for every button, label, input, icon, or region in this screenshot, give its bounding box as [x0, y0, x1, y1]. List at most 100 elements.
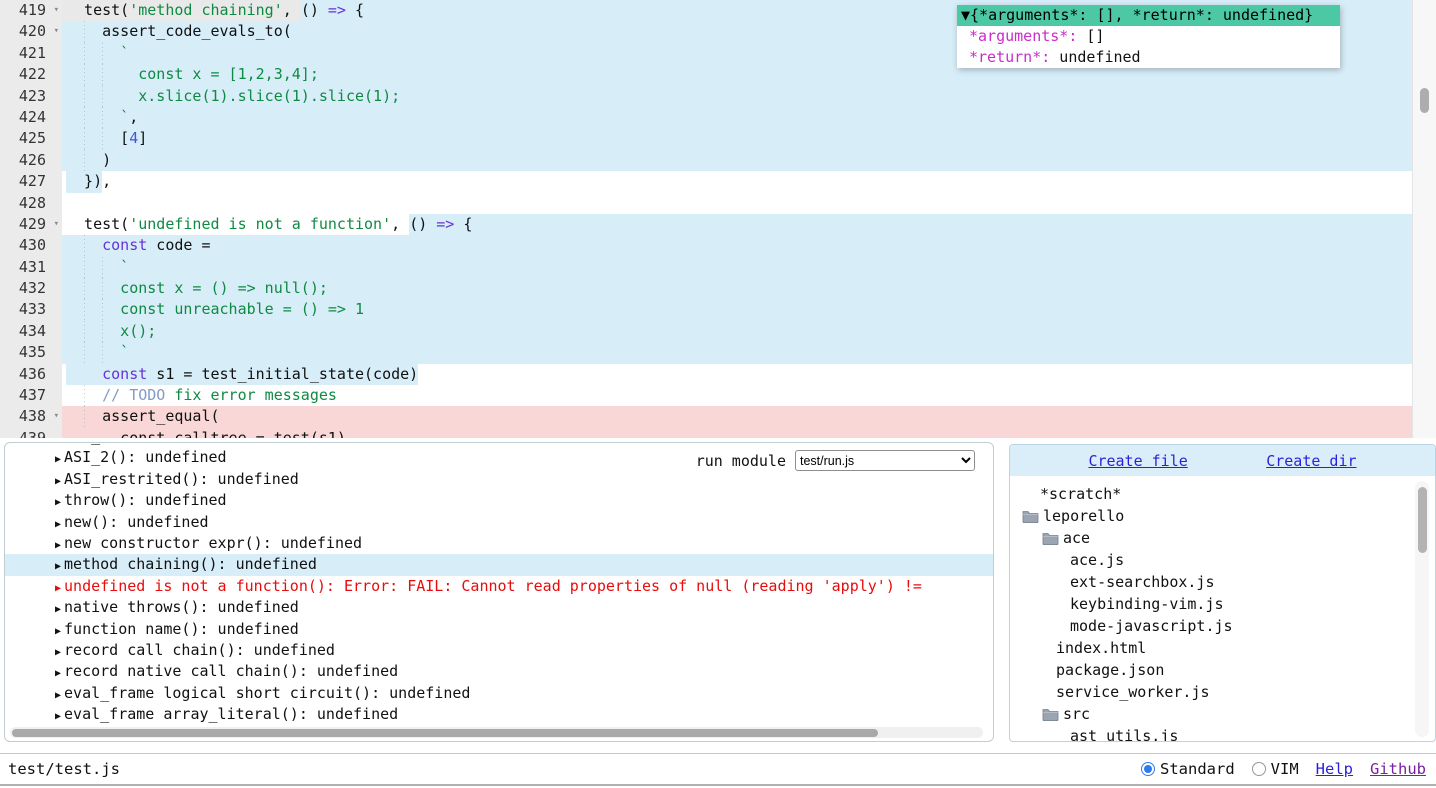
- gutter-line-number[interactable]: 422: [0, 64, 62, 85]
- code-line-content[interactable]: const x = () => null();: [62, 278, 1436, 299]
- radio-unselected-icon[interactable]: [1252, 762, 1266, 776]
- gutter-line-number[interactable]: 436: [0, 364, 62, 385]
- calltree-row[interactable]: ▶eval_frame logical short circuit(): und…: [5, 683, 993, 704]
- gutter-line-number[interactable]: 430: [0, 235, 62, 256]
- code-line-content[interactable]: const unreachable = () => 1: [62, 299, 1436, 320]
- expand-arrow-icon[interactable]: ▶: [55, 561, 61, 572]
- editor-line[interactable]: 431 `: [0, 257, 1436, 278]
- expand-arrow-icon[interactable]: ▶: [55, 668, 61, 679]
- filetree-item[interactable]: package.json: [1010, 659, 1435, 681]
- code-line-content[interactable]: x();: [62, 321, 1436, 342]
- fold-arrow-icon[interactable]: ▾: [54, 214, 59, 235]
- editor-line[interactable]: 439 const calltree = test(s1): [0, 428, 1436, 438]
- calltree-horizontal-scrollbar[interactable]: [10, 727, 983, 738]
- code-line-content[interactable]: x.slice(1).slice(1).slice(1);: [62, 86, 1436, 107]
- expand-arrow-icon[interactable]: ▶: [55, 626, 61, 637]
- keybinding-standard-option[interactable]: Standard: [1141, 760, 1235, 778]
- code-line-content[interactable]: `: [62, 257, 1436, 278]
- filetree-item[interactable]: ace.js: [1010, 549, 1435, 571]
- filetree-scrollbar-thumb[interactable]: [1418, 487, 1427, 553]
- github-link[interactable]: Github: [1370, 760, 1426, 778]
- code-line-content[interactable]: `,: [62, 107, 1436, 128]
- gutter-line-number[interactable]: 439: [0, 428, 62, 438]
- gutter-line-number[interactable]: 432: [0, 278, 62, 299]
- expand-arrow-icon[interactable]: ▶: [55, 540, 61, 551]
- calltree-row[interactable]: ▶method chaining(): undefined: [5, 554, 993, 575]
- calltree-row[interactable]: ▶new(): undefined: [5, 512, 993, 533]
- expand-arrow-icon[interactable]: ▶: [55, 690, 61, 701]
- code-line-content[interactable]: const calltree = test(s1): [62, 428, 1436, 438]
- code-line-content[interactable]: test('undefined is not a function', () =…: [62, 214, 1436, 235]
- editor-scrollbar-thumb[interactable]: [1420, 88, 1429, 113]
- gutter-line-number[interactable]: 434: [0, 321, 62, 342]
- editor-line[interactable]: 424 `,: [0, 107, 1436, 128]
- code-line-content[interactable]: const s1 = test_initial_state(code): [62, 364, 1436, 385]
- keybinding-vim-option[interactable]: VIM: [1252, 760, 1299, 778]
- calltree-row[interactable]: ▶record native call chain(): undefined: [5, 661, 993, 682]
- create-file-link[interactable]: Create file: [1088, 452, 1187, 470]
- code-line-content[interactable]: // TODO fix error messages: [62, 385, 1436, 406]
- collapse-arrow-icon[interactable]: ▼: [961, 6, 970, 24]
- calltree-row[interactable]: ▶ASI_restrited(): undefined: [5, 469, 993, 490]
- gutter-line-number[interactable]: 437: [0, 385, 62, 406]
- create-dir-link[interactable]: Create dir: [1266, 452, 1356, 470]
- filetree-item[interactable]: service_worker.js: [1010, 681, 1435, 703]
- expand-arrow-icon[interactable]: ▶: [55, 647, 61, 658]
- gutter-line-number[interactable]: 425: [0, 128, 62, 149]
- editor-line[interactable]: 429▾ test('undefined is not a function',…: [0, 214, 1436, 235]
- tooltip-header[interactable]: ▼{*arguments*: [], *return*: undefined}: [957, 5, 1340, 26]
- editor-line[interactable]: 436 const s1 = test_initial_state(code): [0, 364, 1436, 385]
- calltree-row[interactable]: ▶native throws(): undefined: [5, 597, 993, 618]
- editor-line[interactable]: 435 `: [0, 342, 1436, 363]
- gutter-line-number[interactable]: 429▾: [0, 214, 62, 235]
- gutter-line-number[interactable]: 428: [0, 193, 62, 214]
- filetree-item[interactable]: src: [1010, 703, 1435, 725]
- calltree-row[interactable]: ▶eval_frame array_literal(): undefined: [5, 704, 993, 725]
- calltree-row[interactable]: ▶function name(): undefined: [5, 619, 993, 640]
- gutter-line-number[interactable]: 419▾: [0, 0, 62, 21]
- code-line-content[interactable]: `: [62, 342, 1436, 363]
- gutter-line-number[interactable]: 424: [0, 107, 62, 128]
- gutter-line-number[interactable]: 427: [0, 171, 62, 192]
- tooltip-entry[interactable]: *return*: undefined: [957, 47, 1340, 68]
- editor-line[interactable]: 438▾ assert_equal(: [0, 406, 1436, 427]
- editor-line[interactable]: 430 const code =: [0, 235, 1436, 256]
- calltree-row[interactable]: ▶new constructor expr(): undefined: [5, 533, 993, 554]
- filetree-vertical-scrollbar[interactable]: [1415, 481, 1429, 737]
- gutter-line-number[interactable]: 431: [0, 257, 62, 278]
- editor-line[interactable]: 428: [0, 193, 1436, 214]
- gutter-line-number[interactable]: 438▾: [0, 406, 62, 427]
- expand-arrow-icon[interactable]: ▶: [55, 583, 61, 594]
- radio-selected-icon[interactable]: [1141, 762, 1155, 776]
- editor-line[interactable]: 434 x();: [0, 321, 1436, 342]
- filetree-item[interactable]: *scratch*: [1010, 483, 1435, 505]
- editor-vertical-scrollbar[interactable]: [1412, 0, 1436, 438]
- expand-arrow-icon[interactable]: ▶: [55, 497, 61, 508]
- editor-line[interactable]: 423 x.slice(1).slice(1).slice(1);: [0, 86, 1436, 107]
- expand-arrow-icon[interactable]: ▶: [55, 476, 61, 487]
- filetree-item[interactable]: ast_utils.js: [1010, 725, 1435, 742]
- gutter-line-number[interactable]: 421: [0, 43, 62, 64]
- fold-arrow-icon[interactable]: ▾: [54, 406, 59, 427]
- expand-arrow-icon[interactable]: ▶: [55, 711, 61, 722]
- expand-arrow-icon[interactable]: ▶: [55, 519, 61, 530]
- expand-arrow-icon[interactable]: ▶: [55, 604, 61, 615]
- calltree-row[interactable]: ▶throw(): undefined: [5, 490, 993, 511]
- editor-line[interactable]: 425 [4]: [0, 128, 1436, 149]
- editor-line[interactable]: 427 }),: [0, 171, 1436, 192]
- code-line-content[interactable]: [4]: [62, 128, 1436, 149]
- expand-arrow-icon[interactable]: ▶: [55, 442, 61, 444]
- gutter-line-number[interactable]: 420▾: [0, 21, 62, 42]
- calltree-row[interactable]: ▶record call chain(): undefined: [5, 640, 993, 661]
- gutter-line-number[interactable]: 433: [0, 299, 62, 320]
- gutter-line-number[interactable]: 426: [0, 150, 62, 171]
- filetree-item[interactable]: keybinding-vim.js: [1010, 593, 1435, 615]
- code-line-content[interactable]: [62, 193, 1436, 214]
- filetree-item[interactable]: index.html: [1010, 637, 1435, 659]
- code-line-content[interactable]: const code =: [62, 235, 1436, 256]
- filetree-item[interactable]: leporello: [1010, 505, 1435, 527]
- help-link[interactable]: Help: [1316, 760, 1353, 778]
- filetree-item[interactable]: ext-searchbox.js: [1010, 571, 1435, 593]
- calltree-row[interactable]: ▶undefined is not a function(): Error: F…: [5, 576, 993, 597]
- editor-line[interactable]: 437 // TODO fix error messages: [0, 385, 1436, 406]
